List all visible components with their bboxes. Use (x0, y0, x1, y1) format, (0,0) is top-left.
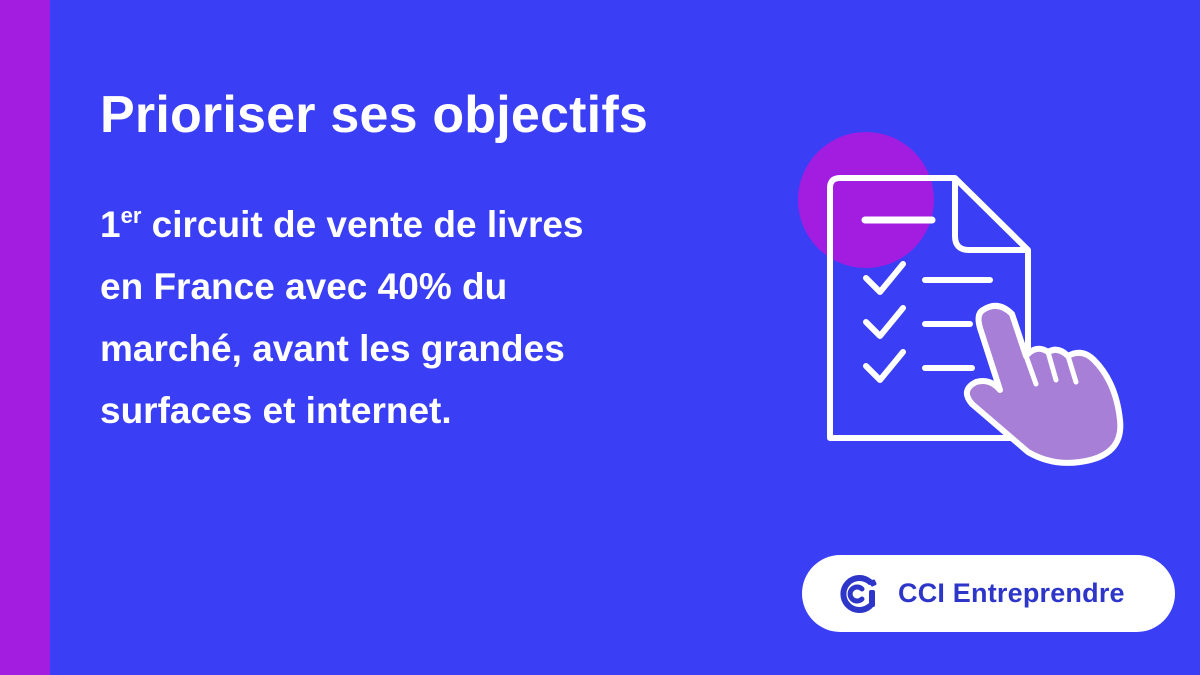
accent-circle (798, 132, 934, 268)
brand-name: CCI Entreprendre (898, 578, 1125, 608)
check-icon (863, 349, 906, 383)
body-text: 1er circuit de vente de livres en France… (100, 194, 740, 442)
ordinal-suffix: er (120, 203, 142, 228)
side-accent-bar (0, 0, 50, 675)
checklist-document-with-pointing-hand-icon (798, 132, 1124, 466)
body-line-4: surfaces et internet. (100, 390, 452, 431)
cci-logo-icon (840, 574, 877, 613)
check-icon (863, 305, 906, 339)
body-line-2: en France avec 40% du (100, 266, 508, 307)
page-title: Prioriser ses objectifs (100, 86, 648, 144)
brand-badge: CCI Entreprendre (802, 555, 1175, 632)
check-icon (863, 261, 906, 295)
ordinal-number: 1 (100, 204, 121, 245)
body-line-1: circuit de vente de livres (141, 204, 584, 245)
body-line-3: marché, avant les grandes (100, 328, 565, 369)
